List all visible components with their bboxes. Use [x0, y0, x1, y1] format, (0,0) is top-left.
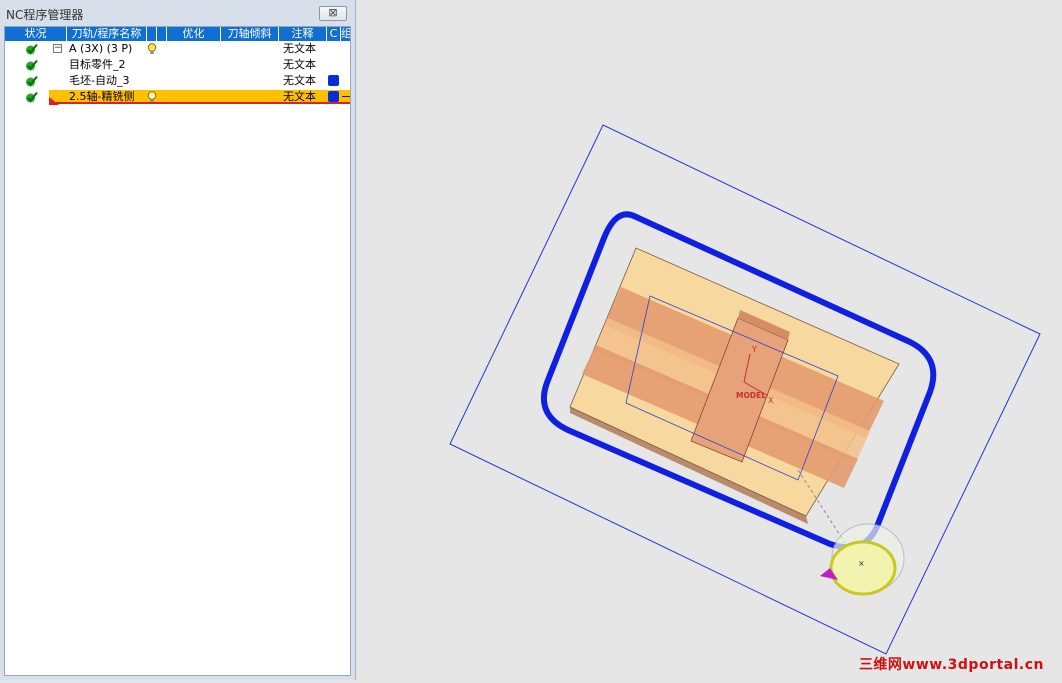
tree-row[interactable]: − A (3X) (3 P) 无文本: [5, 41, 350, 57]
nc-program-manager-panel: NC程序管理器 ⊠ 状况 刀轨/程序名称 优化 刀轴倾斜 注释 C 组 − A …: [0, 0, 356, 680]
part-model[interactable]: [569, 247, 900, 524]
row-name: 2.5轴-精铣侧: [69, 90, 135, 103]
row-note: 无文本: [283, 90, 316, 103]
viewport-canvas[interactable]: × Y X MODEL: [358, 0, 1062, 680]
axis-x-label: X: [768, 396, 774, 405]
column-header-status[interactable]: 状况: [5, 27, 67, 41]
model-csys-label: MODEL: [736, 391, 766, 400]
panel-title: NC程序管理器: [6, 8, 84, 22]
column-header-note[interactable]: 注释: [279, 27, 327, 41]
check-status-icon: [26, 59, 38, 71]
tree-row-selected[interactable]: 2.5轴-精铣侧 无文本: [5, 89, 350, 105]
graphics-viewport[interactable]: × Y X MODEL 三维网www.3dportal.cn: [358, 0, 1062, 680]
dash-indicator: [342, 96, 350, 97]
cutting-tool[interactable]: ×: [820, 523, 905, 596]
axis-y-label: Y: [751, 345, 757, 354]
lightbulb-icon: [147, 43, 157, 54]
column-header-blank-2[interactable]: [157, 27, 167, 41]
check-status-icon: [26, 43, 38, 55]
watermark: 三维网www.3dportal.cn: [858, 657, 1044, 673]
tree-row[interactable]: 目标零件_2 无文本: [5, 57, 350, 73]
program-tree[interactable]: 状况 刀轨/程序名称 优化 刀轴倾斜 注释 C 组 − A (3X) (3 P)…: [4, 26, 351, 676]
check-status-icon: [26, 75, 38, 87]
check-status-icon: [26, 91, 38, 103]
collapse-toggle-icon[interactable]: −: [53, 44, 62, 53]
column-header-blank-1[interactable]: [147, 27, 157, 41]
row-note: 无文本: [283, 74, 316, 87]
red-marker-icon: [49, 97, 59, 105]
row-name: 毛坯-自动_3: [69, 74, 130, 87]
row-name: 目标零件_2: [69, 58, 126, 71]
lightbulb-icon: [147, 91, 157, 102]
column-header-optimize[interactable]: 优化: [167, 27, 221, 41]
column-header-extra[interactable]: 组: [341, 27, 350, 41]
tree-row[interactable]: 毛坯-自动_3 无文本: [5, 73, 350, 89]
row-note: 无文本: [283, 42, 316, 55]
column-header-name[interactable]: 刀轨/程序名称: [67, 27, 147, 41]
row-name: A (3X) (3 P): [69, 42, 133, 55]
color-swatch-icon: [328, 75, 339, 86]
svg-text:×: ×: [858, 559, 865, 568]
column-header-row: 状况 刀轨/程序名称 优化 刀轴倾斜 注释 C 组: [5, 27, 350, 41]
column-header-c[interactable]: C: [327, 27, 341, 41]
row-note: 无文本: [283, 58, 316, 71]
column-header-tilt[interactable]: 刀轴倾斜: [221, 27, 279, 41]
close-button[interactable]: ⊠: [319, 6, 347, 21]
color-swatch-icon: [328, 91, 339, 102]
